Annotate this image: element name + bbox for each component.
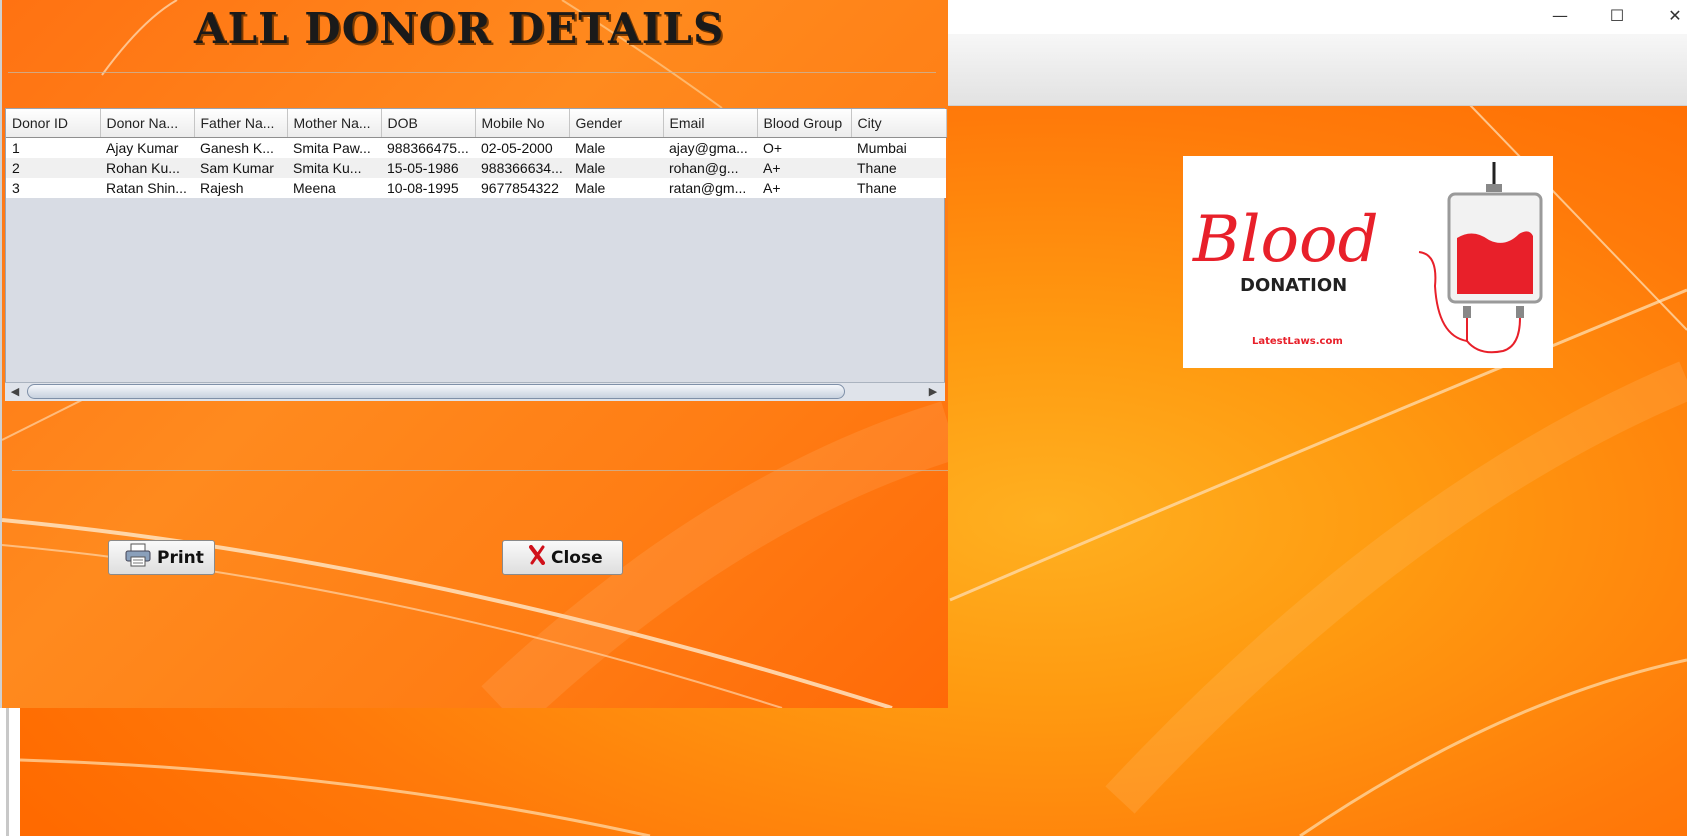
dialog-title: ALL DONOR DETAILS <box>194 4 725 53</box>
table-cell: A+ <box>757 178 851 198</box>
print-button-label: Print <box>157 547 204 568</box>
table-cell: Mumbai <box>851 137 946 158</box>
close-button[interactable]: Close <box>502 540 623 575</box>
maximize-button[interactable]: ☐ <box>1597 4 1637 28</box>
logo-script-text: Blood <box>1192 203 1379 277</box>
printer-icon <box>125 543 151 572</box>
column-header[interactable]: City <box>851 109 947 138</box>
column-header[interactable]: Mobile No <box>475 109 570 138</box>
scroll-right-arrow-icon[interactable]: ▶ <box>925 385 941 399</box>
table-cell: Ratan Shin... <box>100 178 194 198</box>
minimize-button[interactable]: — <box>1540 4 1580 28</box>
logo-site: LatestLaws.com <box>1252 336 1343 347</box>
column-header[interactable]: Donor ID <box>6 109 101 138</box>
table-cell: 988366475... <box>381 137 475 158</box>
table-cell: 3 <box>6 178 100 198</box>
table-cell: Thane <box>851 178 946 198</box>
close-x-icon <box>529 545 545 570</box>
table-cell: 1 <box>6 137 100 158</box>
donor-table[interactable]: Donor ID Donor Na... Father Na... Mother… <box>6 109 947 198</box>
logo-subtitle: DONATION <box>1240 275 1347 296</box>
table-cell: 10-08-1995 <box>381 178 475 198</box>
top-divider <box>8 72 936 73</box>
donor-table-scrollpane[interactable]: Donor ID Donor Na... Father Na... Mother… <box>5 108 947 401</box>
column-header[interactable]: Donor Na... <box>100 109 195 138</box>
table-cell: Ajay Kumar <box>100 137 194 158</box>
table-cell: Rohan Ku... <box>100 158 194 178</box>
table-cell: Male <box>569 158 663 178</box>
table-row[interactable]: 2 Rohan Ku... Sam Kumar Smita Ku... 15-0… <box>6 158 946 178</box>
table-cell: A+ <box>757 158 851 178</box>
column-header[interactable]: Father Na... <box>194 109 288 138</box>
horizontal-scrollbar[interactable]: ◀ ▶ <box>5 382 945 401</box>
close-button-label: Close <box>551 547 603 568</box>
table-cell: 988366634... <box>475 158 569 178</box>
table-cell: Male <box>569 137 663 158</box>
underlying-window-edge <box>0 708 20 836</box>
table-row[interactable]: 1 Ajay Kumar Ganesh K... Smita Paw... 98… <box>6 137 946 158</box>
table-cell: 15-05-1986 <box>381 158 475 178</box>
blood-donation-logo: Blood DONATION LatestLaws.com <box>1183 156 1553 368</box>
column-header[interactable]: Email <box>663 109 758 138</box>
table-cell: Male <box>569 178 663 198</box>
table-header-row: Donor ID Donor Na... Father Na... Mother… <box>6 109 947 138</box>
table-cell: Smita Paw... <box>287 137 381 158</box>
table-cell: Meena <box>287 178 381 198</box>
table-cell: 9677854322 <box>475 178 569 198</box>
column-header[interactable]: Gender <box>569 109 664 138</box>
table-cell: O+ <box>757 137 851 158</box>
scrollbar-thumb[interactable] <box>27 384 845 399</box>
window-close-button[interactable]: ✕ <box>1655 4 1687 28</box>
table-cell: rohan@g... <box>663 158 757 178</box>
window-edge-line <box>6 708 9 836</box>
table-cell: Sam Kumar <box>194 158 287 178</box>
donor-details-dialog: ALL DONOR DETAILS Donor ID Donor Na... F… <box>0 0 948 708</box>
table-cell: 2 <box>6 158 100 178</box>
table-cell: ratan@gm... <box>663 178 757 198</box>
table-cell: Thane <box>851 158 946 178</box>
column-header[interactable]: DOB <box>381 109 476 138</box>
print-button[interactable]: Print <box>108 540 215 575</box>
bottom-divider <box>12 470 948 471</box>
scroll-left-arrow-icon[interactable]: ◀ <box>7 385 23 399</box>
table-row[interactable]: 3 Ratan Shin... Rajesh Meena 10-08-1995 … <box>6 178 946 198</box>
blood-bag-icon: Blood DONATION LatestLaws.com <box>1192 162 1543 354</box>
main-window-titlebar: — ☐ ✕ <box>948 0 1687 106</box>
column-header[interactable]: Mother Na... <box>287 109 382 138</box>
column-header[interactable]: Blood Group <box>757 109 852 138</box>
table-cell: ajay@gma... <box>663 137 757 158</box>
table-cell: 02-05-2000 <box>475 137 569 158</box>
table-cell: Ganesh K... <box>194 137 287 158</box>
table-cell: Rajesh <box>194 178 287 198</box>
table-cell: Smita Ku... <box>287 158 381 178</box>
